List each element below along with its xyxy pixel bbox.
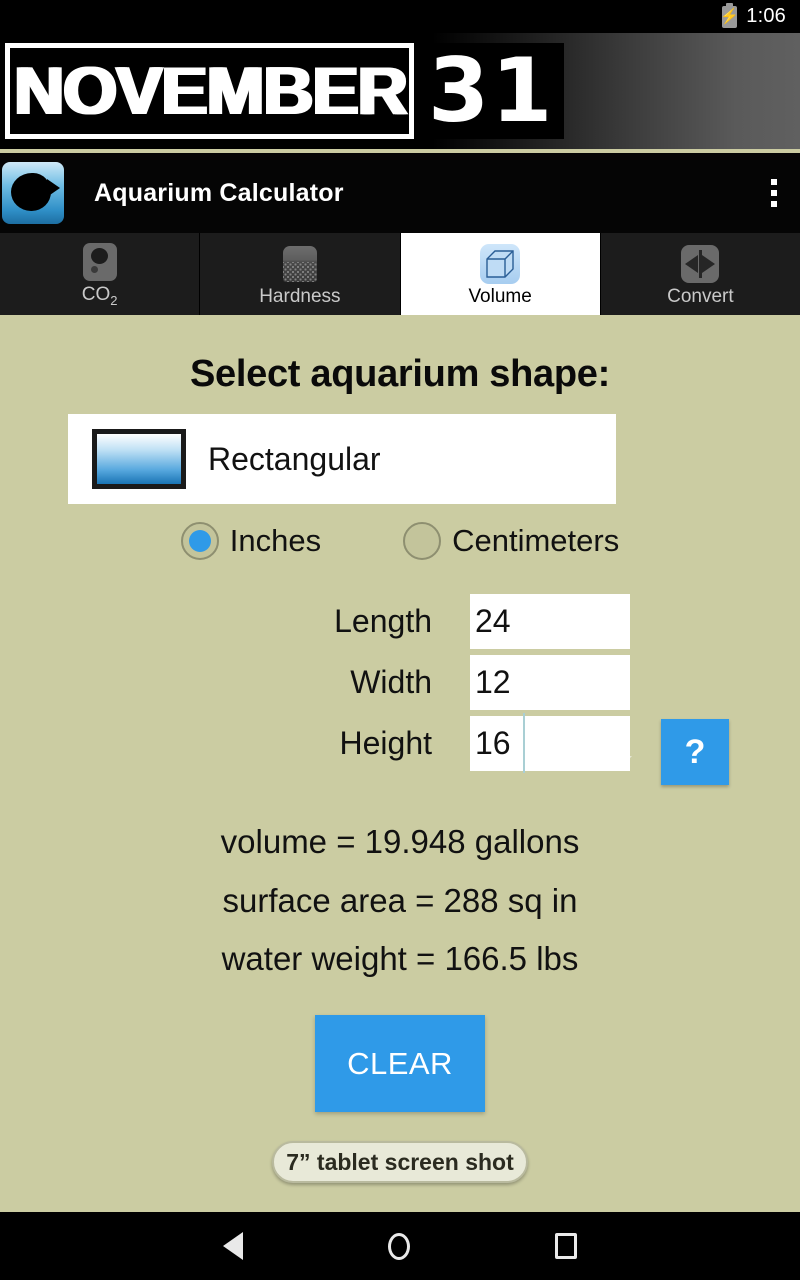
app-bar: Aquarium Calculator	[0, 153, 800, 233]
tab-convert[interactable]: Convert	[600, 233, 800, 315]
tab-co2[interactable]: CO2	[0, 233, 201, 315]
banner-word-box: NOVEMBER	[5, 43, 414, 139]
radio-centimeters[interactable]: Centimeters	[403, 522, 619, 560]
height-value: 16	[475, 725, 511, 761]
radio-centimeters-circle[interactable]	[403, 522, 442, 560]
height-input[interactable]: 16	[470, 713, 630, 773]
result-volume: volume = 19.948 gallons	[220, 823, 580, 860]
banner-inner: NOVEMBER 31	[5, 39, 565, 143]
width-label: Width	[350, 664, 432, 700]
tab-hardness-label: Hardness	[259, 285, 341, 307]
rectangular-tank-icon	[92, 429, 186, 489]
shape-spinner[interactable]: Rectangular	[68, 414, 616, 504]
status-bar-right: ⚡ 1:06	[720, 2, 786, 28]
radio-inches-circle[interactable]	[180, 522, 219, 560]
page-title: Aquarium Calculator	[94, 178, 344, 207]
length-label: Length	[334, 603, 432, 639]
banner-number-text: 31	[427, 39, 555, 143]
tab-volume-label: Volume	[468, 285, 532, 307]
result-surface-area: surface area = 288 sq in	[222, 881, 578, 919]
tab-hardness[interactable]: Hardness	[200, 233, 401, 315]
overflow-menu-icon[interactable]	[771, 179, 777, 207]
tab-co2-label: CO2	[81, 284, 118, 308]
width-input[interactable]: 12	[470, 655, 630, 710]
units-radio-group: Inches Centimeters	[0, 522, 800, 560]
length-input[interactable]: 24	[470, 594, 630, 649]
tab-volume[interactable]: Volume	[400, 233, 601, 315]
hardness-icon	[279, 243, 321, 285]
shape-selector-row: Rectangular	[0, 414, 800, 508]
shape-spinner-value: Rectangular	[208, 440, 381, 477]
length-value: 24	[475, 603, 511, 639]
width-value: 12	[475, 664, 511, 700]
results-block: volume = 19.948 gallons surface area = 2…	[0, 813, 800, 989]
home-circle-icon[interactable]	[388, 1232, 410, 1260]
main-content: Select aquarium shape: Rectangular ? Inc…	[0, 315, 800, 1215]
tab-convert-label: Convert	[667, 285, 734, 307]
banner-number-box: 31	[413, 39, 565, 143]
field-row-width: Width 12	[0, 655, 800, 710]
radio-inches[interactable]: Inches	[180, 522, 322, 560]
help-button[interactable]: ?	[661, 719, 729, 785]
tab-bar: CO2 Hardness Volume Convert	[0, 233, 800, 315]
radio-inches-label: Inches	[229, 523, 322, 558]
fish-icon	[2, 162, 64, 224]
section-headline: Select aquarium shape:	[190, 353, 610, 395]
text-caret	[523, 713, 525, 773]
recents-square-icon[interactable]	[555, 1233, 577, 1259]
result-water-weight: water weight = 166.5 lbs	[221, 940, 579, 978]
co2-icon	[79, 241, 121, 283]
banner-word-text: NOVEMBER	[14, 53, 408, 129]
height-label: Height	[339, 725, 433, 761]
back-triangle-icon[interactable]	[223, 1232, 243, 1260]
status-bar-clock: 1:06	[746, 5, 786, 27]
convert-arrows-icon	[679, 243, 721, 285]
device-screen: ⚡ 1:06 NOVEMBER 31 Aquarium Calculator C…	[0, 0, 800, 1280]
screenshot-badge: 7” tablet screen shot	[272, 1141, 528, 1184]
battery-charging-icon: ⚡	[720, 2, 739, 28]
status-bar: ⚡ 1:06	[0, 0, 800, 33]
field-row-length: Length 24	[0, 594, 800, 649]
clear-button[interactable]: CLEAR	[315, 1015, 485, 1113]
volume-cube-icon	[479, 243, 521, 285]
android-nav-bar	[0, 1212, 800, 1280]
november31-banner: NOVEMBER 31	[0, 33, 800, 149]
radio-centimeters-label: Centimeters	[452, 523, 620, 558]
